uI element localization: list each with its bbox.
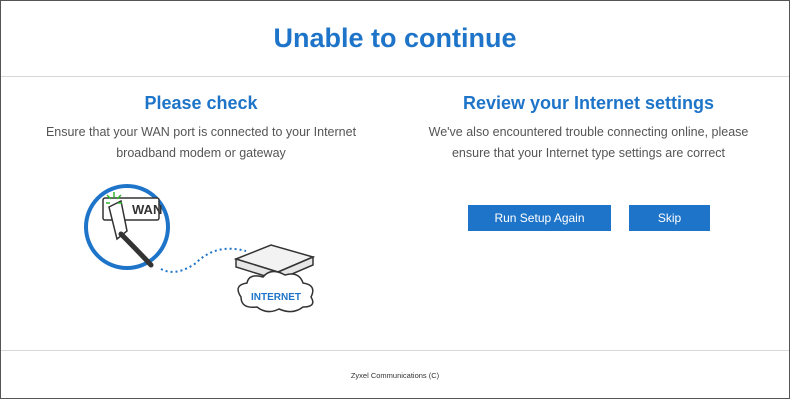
please-check-line-2: broadband modem or gateway [116, 146, 286, 160]
internet-label: INTERNET [251, 292, 301, 303]
page-title: Unable to continue [273, 23, 517, 53]
wan-connection-illustration: WAN INTERNET [84, 184, 316, 313]
run-setup-again-button[interactable]: Run Setup Again [468, 205, 611, 231]
please-check-title: Please check [144, 93, 258, 113]
dialog-frame: Unable to continue Please check Ensure t… [0, 0, 790, 399]
please-check-line-1: Ensure that your WAN port is connected t… [45, 125, 357, 139]
wan-label: WAN [132, 202, 162, 217]
connection-dotted-line [160, 247, 247, 273]
footer: Zyxel Communications (C) [1, 350, 789, 399]
review-settings-line-1: We've also encountered trouble connectin… [428, 125, 749, 139]
please-check-section: Please check Ensure that your WAN port i… [21, 93, 381, 164]
review-settings-section: Review your Internet settings We've also… [401, 93, 776, 164]
review-settings-title: Review your Internet settings [462, 93, 715, 113]
skip-button[interactable]: Skip [629, 205, 710, 231]
header: Unable to continue [1, 1, 789, 77]
review-settings-line-2: ensure that your Internet type settings … [451, 146, 726, 160]
footer-copyright: Zyxel Communications (C) [350, 370, 440, 380]
